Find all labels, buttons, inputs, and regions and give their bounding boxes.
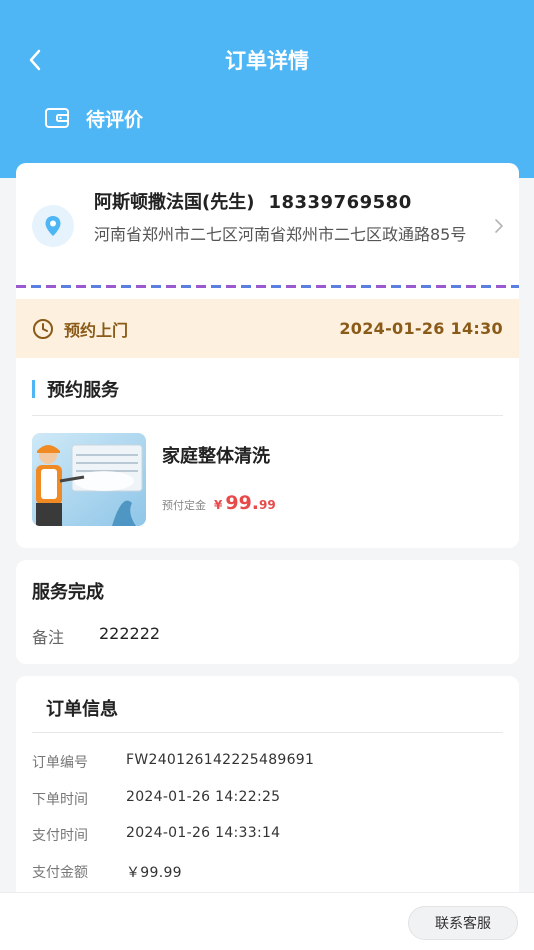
info-label: 支付金额 bbox=[32, 865, 88, 881]
service-section-label: 预约服务 bbox=[47, 380, 119, 401]
order-number-row: 订单编号 FW240126142225489691 bbox=[32, 752, 314, 772]
service-name: 家庭整体清洗 bbox=[162, 446, 270, 467]
address-detail: 河南省郑州市二七区河南省郑州市二七区政通路85号 bbox=[94, 225, 467, 244]
address-card[interactable]: 阿斯顿撒法国(先生) 18339769580 河南省郑州市二七区河南省郑州市二七区… bbox=[16, 163, 519, 358]
envelope-stripe bbox=[16, 285, 519, 288]
remark-value: 222222 bbox=[99, 624, 161, 643]
contact-line: 阿斯顿撒法国(先生) 18339769580 bbox=[94, 188, 412, 214]
contact-service-button[interactable]: 联系客服 bbox=[408, 906, 518, 940]
bottom-bar: 联系客服 bbox=[0, 892, 534, 950]
header: 订单详情 待评价 bbox=[0, 0, 534, 178]
service-section-title: 预约服务 bbox=[32, 378, 119, 401]
pay-amount-row: 支付金额 ￥99.99 bbox=[32, 862, 182, 882]
order-info-title: 订单信息 bbox=[46, 699, 118, 720]
order-status: 待评价 bbox=[44, 102, 143, 134]
appointment-label: 预约上门 bbox=[64, 320, 129, 340]
title-accent-bar bbox=[32, 380, 35, 398]
info-value: ￥99.99 bbox=[126, 865, 182, 881]
location-icon bbox=[32, 205, 74, 247]
completion-card: 服务完成 备注 222222 bbox=[16, 560, 519, 664]
contact-name: 阿斯顿撒法国(先生) bbox=[94, 192, 255, 213]
clock-icon bbox=[32, 318, 54, 340]
wallet-icon bbox=[44, 107, 70, 129]
contact-phone: 18339769580 bbox=[268, 192, 412, 213]
info-label: 下单时间 bbox=[32, 792, 88, 808]
service-image[interactable] bbox=[32, 433, 146, 526]
service-price: 预付定金 ¥ 99. 99 bbox=[162, 492, 276, 514]
price-main: 99. bbox=[225, 492, 260, 514]
info-value: 2024-01-26 14:22:25 bbox=[126, 789, 281, 805]
price-decimal: 99 bbox=[259, 498, 276, 512]
divider bbox=[32, 415, 503, 416]
status-text: 待评价 bbox=[86, 108, 144, 131]
info-value: 2024-01-26 14:33:14 bbox=[126, 825, 281, 841]
appointment-bar: 预约上门 2024-01-26 14:30 bbox=[16, 299, 519, 358]
info-label: 订单编号 bbox=[32, 755, 88, 771]
price-label: 预付定金 bbox=[162, 499, 206, 512]
pay-time-row: 支付时间 2024-01-26 14:33:14 bbox=[32, 825, 280, 845]
order-time-row: 下单时间 2024-01-26 14:22:25 bbox=[32, 789, 280, 809]
price-currency: ¥ bbox=[214, 498, 223, 512]
completion-title: 服务完成 bbox=[32, 582, 104, 603]
divider bbox=[32, 732, 503, 733]
info-label: 支付时间 bbox=[32, 828, 88, 844]
chevron-right-icon bbox=[495, 219, 503, 233]
remark-label: 备注 bbox=[32, 628, 65, 647]
info-value[interactable]: FW240126142225489691 bbox=[126, 752, 314, 772]
service-card: 预约服务 家庭整体清洗 预付定金 ¥ 99. 99 bbox=[16, 358, 519, 548]
page-title: 订单详情 bbox=[225, 49, 309, 73]
appointment-time: 2024-01-26 14:30 bbox=[339, 319, 503, 338]
remark-row: 备注 222222 bbox=[32, 624, 160, 648]
